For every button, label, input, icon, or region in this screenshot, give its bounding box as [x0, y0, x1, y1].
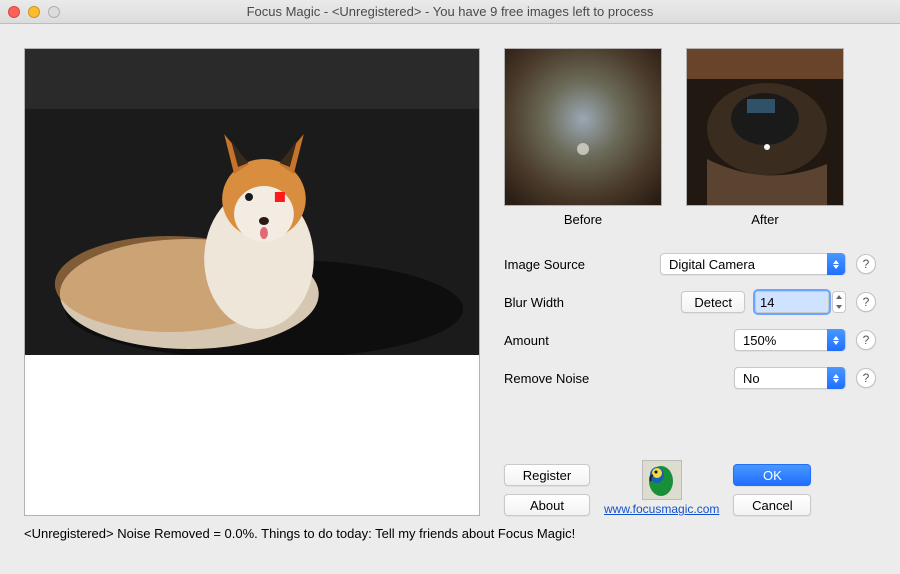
- chevron-updown-icon: [827, 367, 845, 389]
- close-icon[interactable]: [8, 6, 20, 18]
- blur-width-stepper[interactable]: [832, 291, 846, 313]
- titlebar: Focus Magic - <Unregistered> - You have …: [0, 0, 900, 24]
- after-thumbnail[interactable]: [686, 48, 844, 206]
- register-button[interactable]: Register: [504, 464, 590, 486]
- help-blur-width[interactable]: ?: [856, 292, 876, 312]
- blur-width-label: Blur Width: [504, 295, 624, 310]
- remove-noise-select[interactable]: No: [734, 367, 846, 389]
- help-remove-noise[interactable]: ?: [856, 368, 876, 388]
- window-title: Focus Magic - <Unregistered> - You have …: [0, 4, 900, 19]
- after-label: After: [686, 212, 844, 227]
- chevron-updown-icon: [827, 329, 845, 351]
- minimize-icon[interactable]: [28, 6, 40, 18]
- window-controls: [8, 6, 60, 18]
- chevron-updown-icon: [827, 253, 845, 275]
- ok-button[interactable]: OK: [733, 464, 811, 486]
- amount-label: Amount: [504, 333, 624, 348]
- before-label: Before: [504, 212, 662, 227]
- amount-select[interactable]: 150%: [734, 329, 846, 351]
- help-amount[interactable]: ?: [856, 330, 876, 350]
- about-button[interactable]: About: [504, 494, 590, 516]
- after-image: [687, 49, 843, 205]
- fox-image: [25, 49, 479, 355]
- before-image: [505, 49, 661, 205]
- detect-button[interactable]: Detect: [681, 291, 745, 313]
- before-thumbnail[interactable]: [504, 48, 662, 206]
- blur-width-input[interactable]: [755, 291, 829, 313]
- app-logo: [642, 460, 682, 500]
- cancel-button[interactable]: Cancel: [733, 494, 811, 516]
- image-source-select[interactable]: Digital Camera: [660, 253, 846, 275]
- zoom-icon: [48, 6, 60, 18]
- main-preview[interactable]: [24, 48, 480, 516]
- help-image-source[interactable]: ?: [856, 254, 876, 274]
- website-link[interactable]: www.focusmagic.com: [604, 502, 719, 516]
- remove-noise-label: Remove Noise: [504, 371, 624, 386]
- status-text: <Unregistered> Noise Removed = 0.0%. Thi…: [0, 522, 900, 551]
- image-source-label: Image Source: [504, 257, 624, 272]
